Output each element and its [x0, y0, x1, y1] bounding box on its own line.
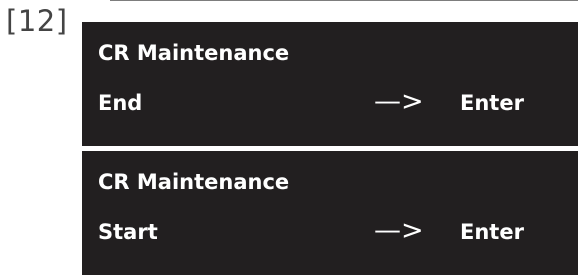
- lcd-enter-label: Enter: [460, 220, 524, 244]
- lcd-display-start: CR Maintenance Start —> Enter: [82, 151, 578, 275]
- lcd-display-end: CR Maintenance End —> Enter: [82, 22, 578, 146]
- lcd-title: CR Maintenance: [98, 170, 290, 194]
- lcd-title: CR Maintenance: [98, 41, 290, 65]
- arrow-right-icon: —>: [374, 215, 424, 246]
- lcd-option-label: End: [98, 91, 143, 115]
- arrow-right-icon: —>: [374, 86, 424, 117]
- lcd-option-label: Start: [98, 220, 158, 244]
- step-number: [12]: [6, 4, 68, 38]
- lcd-enter-label: Enter: [460, 91, 524, 115]
- top-rule: [110, 0, 578, 1]
